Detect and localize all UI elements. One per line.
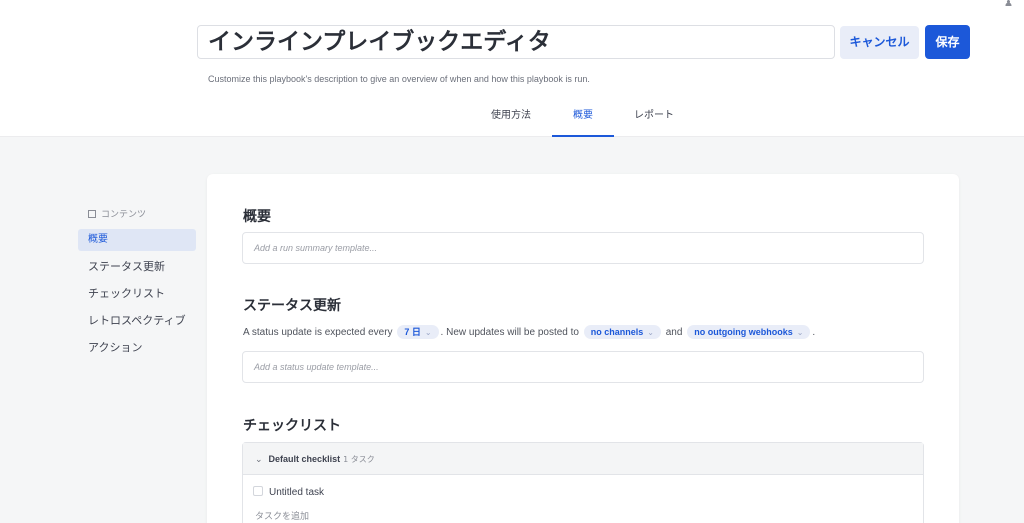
status-text-2: . New updates will be posted to	[440, 327, 579, 338]
playbook-description[interactable]: Customize this playbook's description to…	[208, 74, 590, 84]
chevron-down-icon: ⌄	[424, 328, 432, 337]
checklist: ⌄ Default checklist 1 タスク Untitled task タス…	[242, 442, 924, 523]
summary-template-input[interactable]: Add a run summary template...	[242, 232, 924, 264]
header: ♟ インラインプレイブックエディタ キャンセル 保存 Customize thi…	[0, 0, 1024, 137]
toc-heading-label: コンテンツ	[101, 210, 147, 220]
status-text-3: and	[665, 327, 683, 338]
status-update-title: ステータス更新	[243, 298, 341, 314]
task-checkbox[interactable]	[253, 486, 263, 496]
channels-dropdown[interactable]: no channels ⌄	[583, 325, 661, 339]
add-task-label: タスクを追加	[255, 512, 310, 522]
chevron-down-icon: ⌄	[796, 328, 804, 337]
add-task-button[interactable]: タスクを追加	[243, 511, 923, 523]
webhooks-dropdown[interactable]: no outgoing webhooks ⌄	[687, 325, 811, 339]
status-update-template-input[interactable]: Add a status update template...	[242, 351, 924, 383]
task-title: Untitled task	[269, 487, 325, 498]
toc-heading: コンテンツ	[78, 206, 196, 224]
chevron-down-icon: ⌄	[647, 328, 654, 337]
update-interval-dropdown[interactable]: 7 日 ⌄	[397, 325, 439, 339]
table-of-contents: コンテンツ 概要 ステータス更新 チェックリスト レトロスペクティブ アクション	[78, 206, 196, 359]
tab-bar: 使用方法 概要 レポート	[0, 104, 1024, 137]
tab-reports[interactable]: レポート	[628, 104, 680, 137]
save-button[interactable]: 保存	[925, 25, 970, 59]
playbook-title-input[interactable]: インラインプレイブックエディタ	[197, 25, 835, 59]
cancel-button[interactable]: キャンセル	[840, 26, 919, 59]
webhooks-value: no outgoing webhooks	[694, 327, 793, 337]
chevron-down-icon: ⌄	[255, 455, 263, 465]
toc-item-status-update[interactable]: ステータス更新	[78, 256, 196, 278]
channels-value: no channels	[590, 327, 644, 337]
tab-usage[interactable]: 使用方法	[486, 104, 536, 137]
checklist-header[interactable]: ⌄ Default checklist 1 タスク	[243, 443, 923, 475]
checklists-title: チェックリスト	[243, 418, 341, 434]
tab-overview[interactable]: 概要	[552, 104, 614, 137]
toc-item-actions[interactable]: アクション	[78, 337, 196, 359]
toc-item-summary[interactable]: 概要	[78, 229, 196, 251]
playbook-content-card: 概要 Add a run summary template... ステータス更新…	[207, 174, 959, 523]
checklist-name: Default checklist	[268, 454, 341, 464]
status-text-1: A status update is expected every	[243, 327, 393, 338]
toc-item-checklists[interactable]: チェックリスト	[78, 283, 196, 305]
toc-item-retrospective[interactable]: レトロスペクティブ	[78, 310, 196, 332]
status-text-4: .	[812, 327, 816, 338]
checklist-task[interactable]: Untitled task	[243, 475, 923, 511]
checklist-task-count: 1 タスク	[343, 455, 375, 464]
user-icon[interactable]: ♟	[1004, 0, 1016, 9]
status-update-settings: A status update is expected every 7 日 ⌄. …	[243, 325, 815, 339]
update-interval-value: 7 日	[404, 327, 421, 337]
document-icon	[88, 210, 96, 218]
summary-title: 概要	[243, 209, 271, 225]
